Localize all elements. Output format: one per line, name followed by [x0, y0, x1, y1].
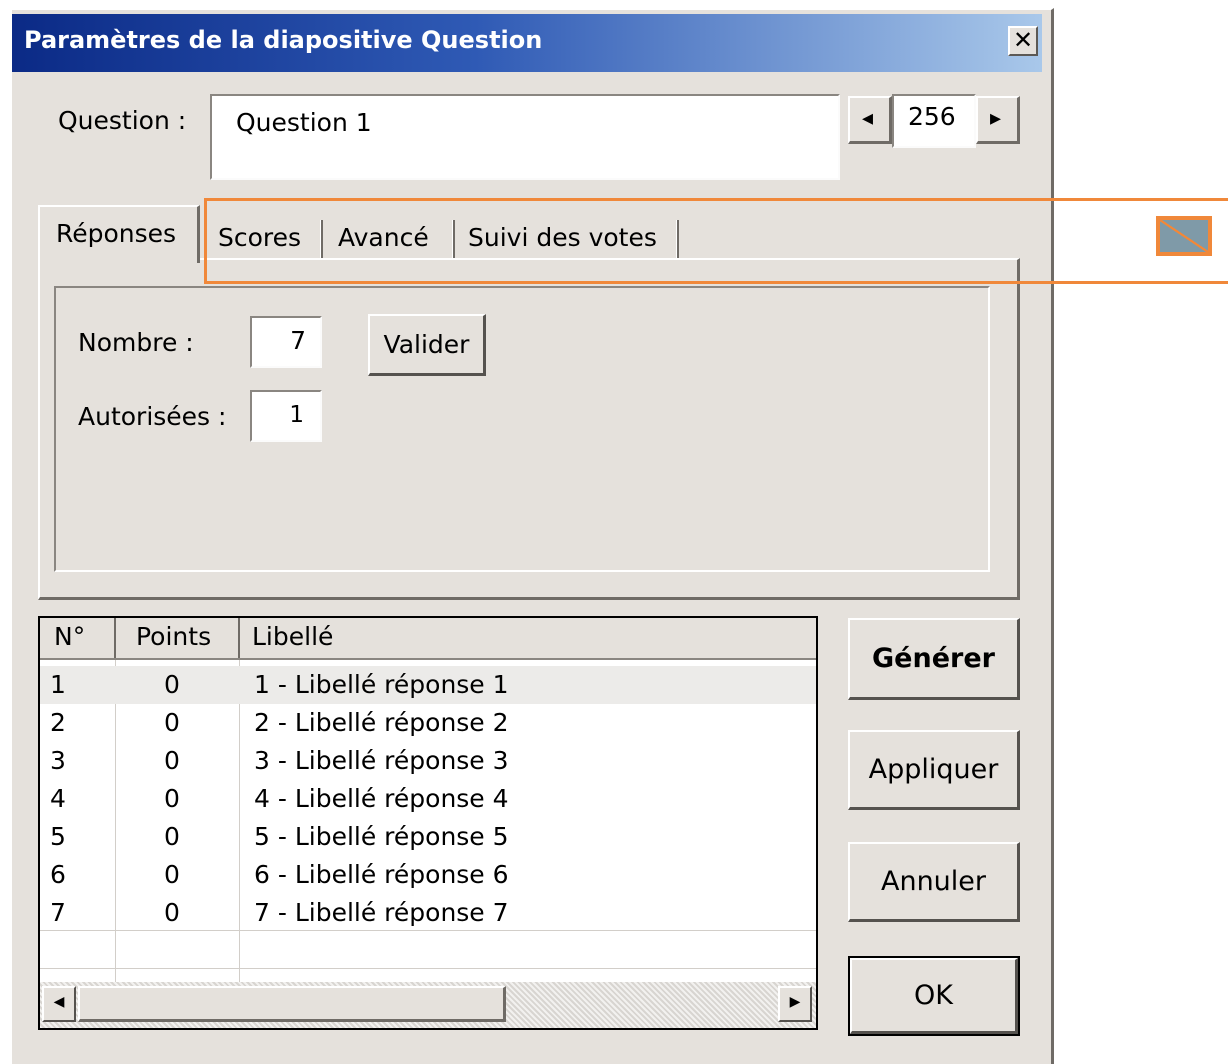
question-counter[interactable]: 256	[892, 94, 976, 148]
question-input-value: Question 1	[236, 108, 372, 137]
column-header-libelle[interactable]: Libellé	[252, 618, 333, 656]
column-header-points[interactable]: Points	[136, 618, 211, 656]
column-divider	[238, 618, 240, 658]
scroll-left-button[interactable]: ◀	[42, 986, 76, 1022]
autorisees-label: Autorisées :	[78, 402, 227, 431]
close-button[interactable]: ✕	[1008, 26, 1038, 56]
tab-reponses[interactable]: Réponses	[38, 205, 200, 263]
arrow-left-icon: ◂	[862, 106, 874, 131]
scroll-thumb[interactable]	[78, 986, 506, 1022]
question-input[interactable]: Question 1	[210, 94, 840, 180]
question-prev-button[interactable]: ◂	[848, 96, 892, 144]
tab-reponses-label: Réponses	[56, 219, 177, 248]
autorisees-input-value: 1	[289, 402, 304, 428]
nombre-input-value: 7	[290, 326, 306, 355]
answers-table[interactable]: N° Points Libellé 1 0 1 - Libellé répons…	[38, 616, 818, 1030]
question-next-button[interactable]: ▸	[976, 96, 1020, 144]
horizontal-scrollbar[interactable]: ◀ ▶	[40, 982, 816, 1028]
table-row[interactable]: 3 0 3 - Libellé réponse 3	[40, 742, 816, 780]
table-row[interactable]: 4 0 4 - Libellé réponse 4	[40, 780, 816, 818]
table-row[interactable]: 5 0 5 - Libellé réponse 5	[40, 818, 816, 856]
table-row[interactable]: 2 0 2 - Libellé réponse 2	[40, 704, 816, 742]
ok-button[interactable]: OK	[848, 956, 1020, 1036]
table-row[interactable]: 1 0 1 - Libellé réponse 1	[40, 666, 816, 704]
annotation-marker-icon	[1156, 216, 1212, 256]
table-header: N° Points Libellé	[40, 618, 816, 660]
valider-button[interactable]: Valider	[368, 314, 486, 376]
generer-button[interactable]: Générer	[848, 618, 1020, 700]
question-label: Question :	[58, 106, 187, 135]
table-row[interactable]: 7 0 7 - Libellé réponse 7	[40, 894, 816, 932]
window-title: Paramètres de la diapositive Question	[24, 26, 543, 54]
column-divider	[114, 618, 116, 658]
appliquer-button[interactable]: Appliquer	[848, 730, 1020, 810]
nombre-label: Nombre :	[78, 328, 194, 357]
annotation-highlight-box	[204, 198, 1228, 284]
scroll-right-button[interactable]: ▶	[778, 986, 812, 1022]
annuler-button[interactable]: Annuler	[848, 842, 1020, 922]
autorisees-input[interactable]: 1	[250, 390, 322, 442]
table-row[interactable]: 6 0 6 - Libellé réponse 6	[40, 856, 816, 894]
grid-line	[40, 930, 816, 931]
title-bar[interactable]: Paramètres de la diapositive Question ✕	[12, 14, 1042, 72]
grid-line	[40, 968, 816, 969]
column-header-n[interactable]: N°	[54, 618, 85, 656]
nombre-input[interactable]: 7	[250, 316, 322, 368]
arrow-right-icon: ▸	[990, 106, 1002, 131]
question-counter-value: 256	[908, 102, 956, 131]
